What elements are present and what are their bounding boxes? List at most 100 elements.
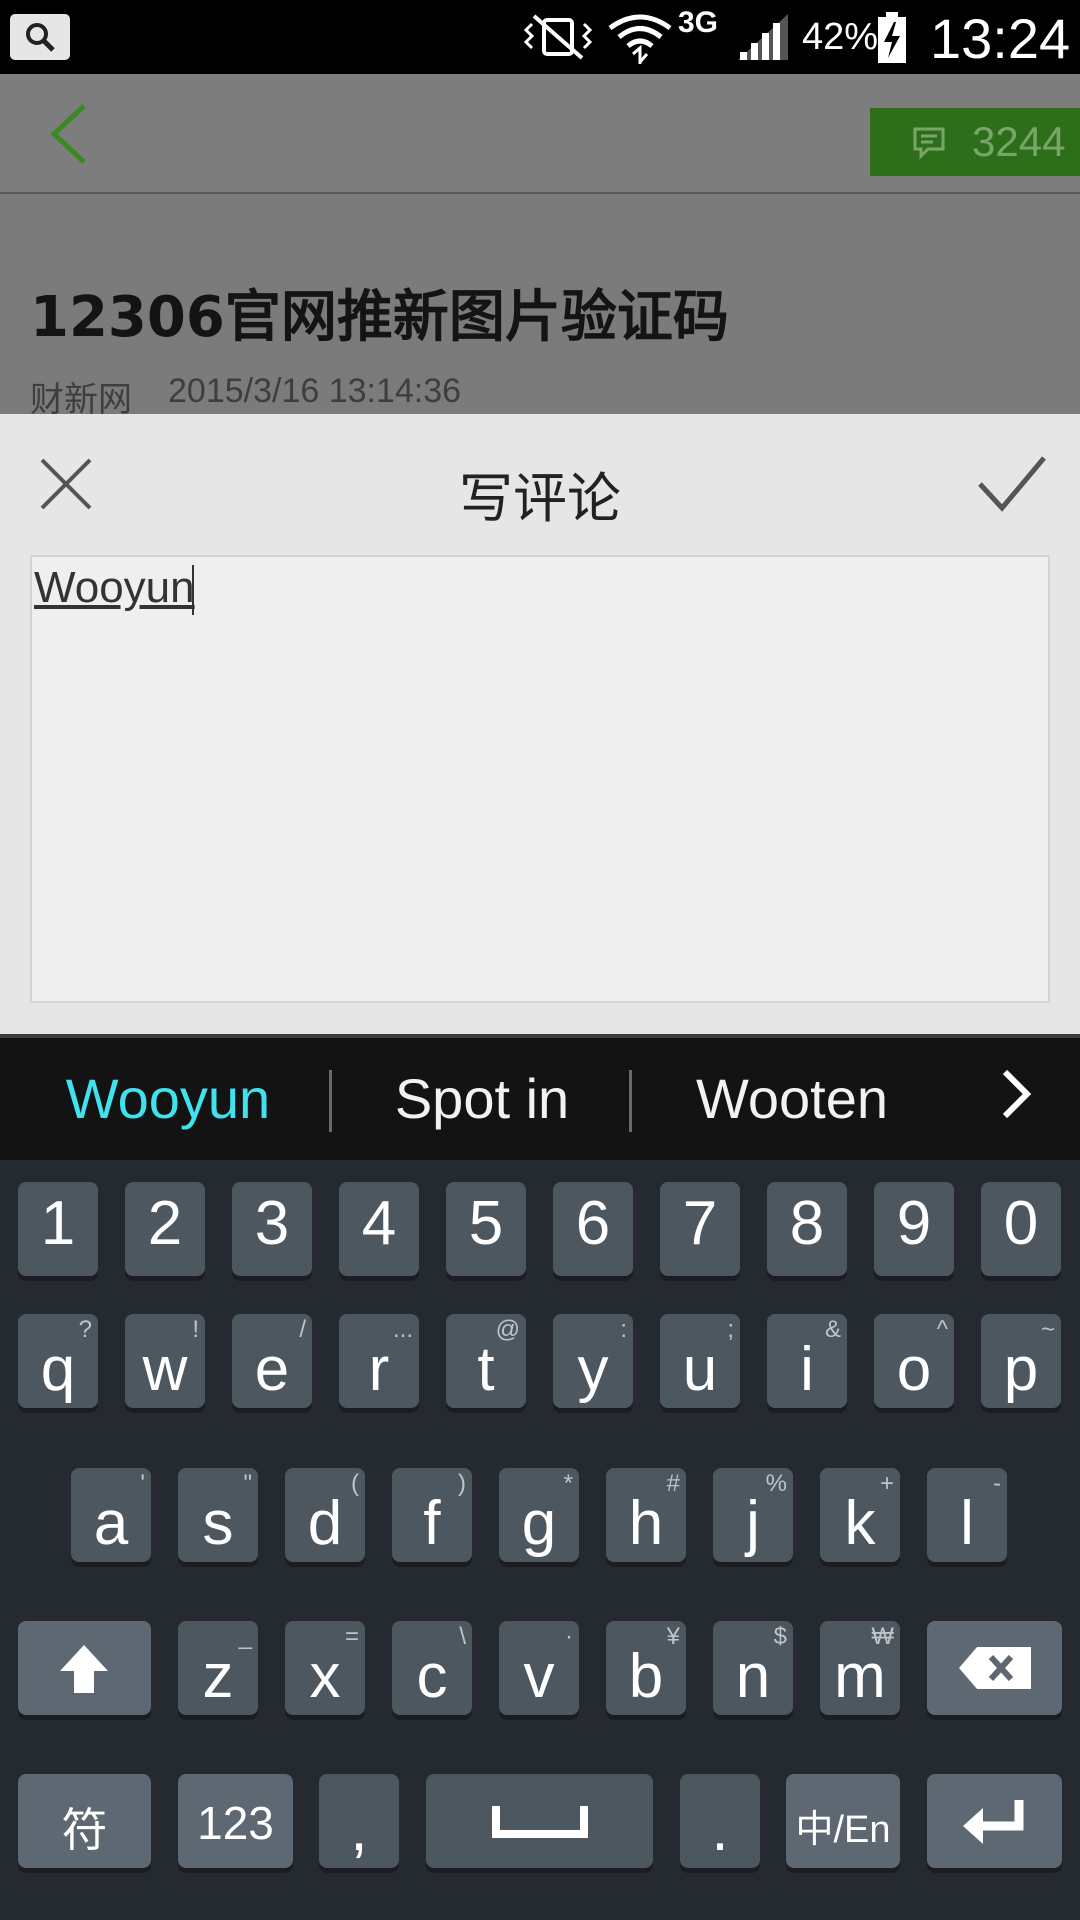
key-2[interactable]: 2: [125, 1182, 205, 1276]
key-alt-label: \: [459, 1623, 466, 1650]
key-alt-label: ₩: [871, 1623, 894, 1650]
key-k[interactable]: k +: [820, 1468, 900, 1562]
comment-count-button[interactable]: 3244: [870, 108, 1080, 176]
key-3[interactable]: 3: [232, 1182, 312, 1276]
key-v[interactable]: v ·: [499, 1621, 579, 1715]
key-5[interactable]: 5: [446, 1182, 526, 1276]
key-8[interactable]: 8: [767, 1182, 847, 1276]
key-label: 中/En: [795, 1809, 891, 1851]
key-u[interactable]: u;: [660, 1314, 740, 1408]
key-label: w: [142, 1335, 188, 1404]
signal-icon: [738, 14, 788, 60]
suggestion-item[interactable]: Spot in: [332, 1066, 632, 1131]
key-alt-label: =: [344, 1623, 359, 1650]
soft-keyboard: Wooyun Spot in Wooten 1 2 3 4 5 6 7 8 9 0 q? w! e / r.…: [0, 1034, 1080, 1920]
comment-dialog: 写评论 Wooyun: [0, 414, 1080, 1034]
numbers-key[interactable]: 123: [178, 1774, 293, 1868]
chevron-right-icon: [1002, 1069, 1032, 1119]
key-6[interactable]: 6: [553, 1182, 633, 1276]
key-label: i: [800, 1335, 814, 1404]
checkmark-icon: [978, 456, 1046, 512]
battery-charging-icon: [878, 12, 906, 63]
key-alt-label: $: [773, 1623, 787, 1650]
key-label: f: [423, 1489, 441, 1558]
wifi-icon: [608, 14, 672, 64]
key-alt-label: -: [993, 1470, 1001, 1497]
key-9[interactable]: 9: [874, 1182, 954, 1276]
space-icon: [492, 1806, 588, 1838]
back-button[interactable]: [40, 102, 100, 166]
key-label: 3: [254, 1189, 290, 1258]
key-e[interactable]: e /: [232, 1314, 312, 1408]
key-alt-label: /: [299, 1316, 306, 1343]
key-n[interactable]: n $: [713, 1621, 793, 1715]
key-q[interactable]: q?: [18, 1314, 98, 1408]
key-alt-label: ¥: [666, 1623, 680, 1650]
key-r[interactable]: r...: [339, 1314, 419, 1408]
key-o[interactable]: o ^: [874, 1314, 954, 1408]
key-4[interactable]: 4: [339, 1182, 419, 1276]
key-7[interactable]: 7: [660, 1182, 740, 1276]
backspace-key[interactable]: [927, 1621, 1062, 1715]
status-clock: 13:24: [930, 7, 1071, 70]
key-label: d: [307, 1489, 343, 1558]
key-label: j: [746, 1489, 760, 1558]
key-g[interactable]: g *: [499, 1468, 579, 1562]
key-0[interactable]: 0: [981, 1182, 1061, 1276]
key-f[interactable]: f): [392, 1468, 472, 1562]
key-a[interactable]: a ': [71, 1468, 151, 1562]
key-z[interactable]: z _: [178, 1621, 258, 1715]
key-d[interactable]: d(: [285, 1468, 365, 1562]
key-alt-label: %: [765, 1470, 787, 1497]
key-alt-label: :: [620, 1316, 627, 1343]
key-j[interactable]: j%: [713, 1468, 793, 1562]
key-1[interactable]: 1: [18, 1182, 98, 1276]
article-time: 2015/3/16 13:14:36: [168, 372, 462, 410]
close-icon: [40, 458, 92, 510]
key-alt-label: !: [192, 1316, 199, 1343]
key-label: b: [628, 1642, 664, 1711]
comma-key[interactable]: ,: [319, 1774, 399, 1868]
key-label: o: [896, 1335, 932, 1404]
key-c[interactable]: c \: [392, 1621, 472, 1715]
chevron-left-icon: [50, 104, 86, 164]
key-s[interactable]: s ": [178, 1468, 258, 1562]
suggestion-item[interactable]: Wooten: [632, 1066, 952, 1131]
key-x[interactable]: x =: [285, 1621, 365, 1715]
shift-key[interactable]: [18, 1621, 151, 1715]
more-suggestions-button[interactable]: [995, 1064, 1035, 1128]
key-t[interactable]: t @: [446, 1314, 526, 1408]
space-key[interactable]: [426, 1774, 653, 1868]
key-l[interactable]: l-: [927, 1468, 1007, 1562]
key-alt-label: ...: [392, 1316, 413, 1343]
language-switch-key[interactable]: 中/En: [786, 1774, 900, 1868]
key-label: 0: [1003, 1189, 1039, 1258]
submit-comment-button[interactable]: [976, 454, 1048, 514]
key-label: m: [834, 1642, 886, 1711]
key-h[interactable]: h #: [606, 1468, 686, 1562]
close-button[interactable]: [36, 454, 96, 514]
enter-key[interactable]: [927, 1774, 1062, 1868]
key-m[interactable]: m ₩: [820, 1621, 900, 1715]
key-label: x: [309, 1642, 341, 1711]
period-key[interactable]: .: [680, 1774, 760, 1868]
search-notification-icon: [10, 14, 70, 60]
key-label: q: [40, 1335, 76, 1404]
key-y[interactable]: y:: [553, 1314, 633, 1408]
key-label: c: [416, 1642, 448, 1711]
key-label: 123: [197, 1797, 274, 1849]
key-label: a: [93, 1489, 129, 1558]
key-alt-label: *: [563, 1470, 573, 1497]
key-b[interactable]: b ¥: [606, 1621, 686, 1715]
network-type: 3G: [678, 6, 719, 39]
key-label: p: [1003, 1335, 1039, 1404]
key-label: v: [523, 1642, 555, 1711]
symbols-key[interactable]: 符: [18, 1774, 151, 1868]
suggestion-item[interactable]: Wooyun: [0, 1066, 336, 1131]
key-label: r: [368, 1335, 390, 1404]
comment-input[interactable]: Wooyun: [30, 555, 1050, 1003]
key-w[interactable]: w!: [125, 1314, 205, 1408]
key-p[interactable]: p ~: [981, 1314, 1061, 1408]
key-i[interactable]: i &: [767, 1314, 847, 1408]
enter-icon: [963, 1800, 1024, 1844]
